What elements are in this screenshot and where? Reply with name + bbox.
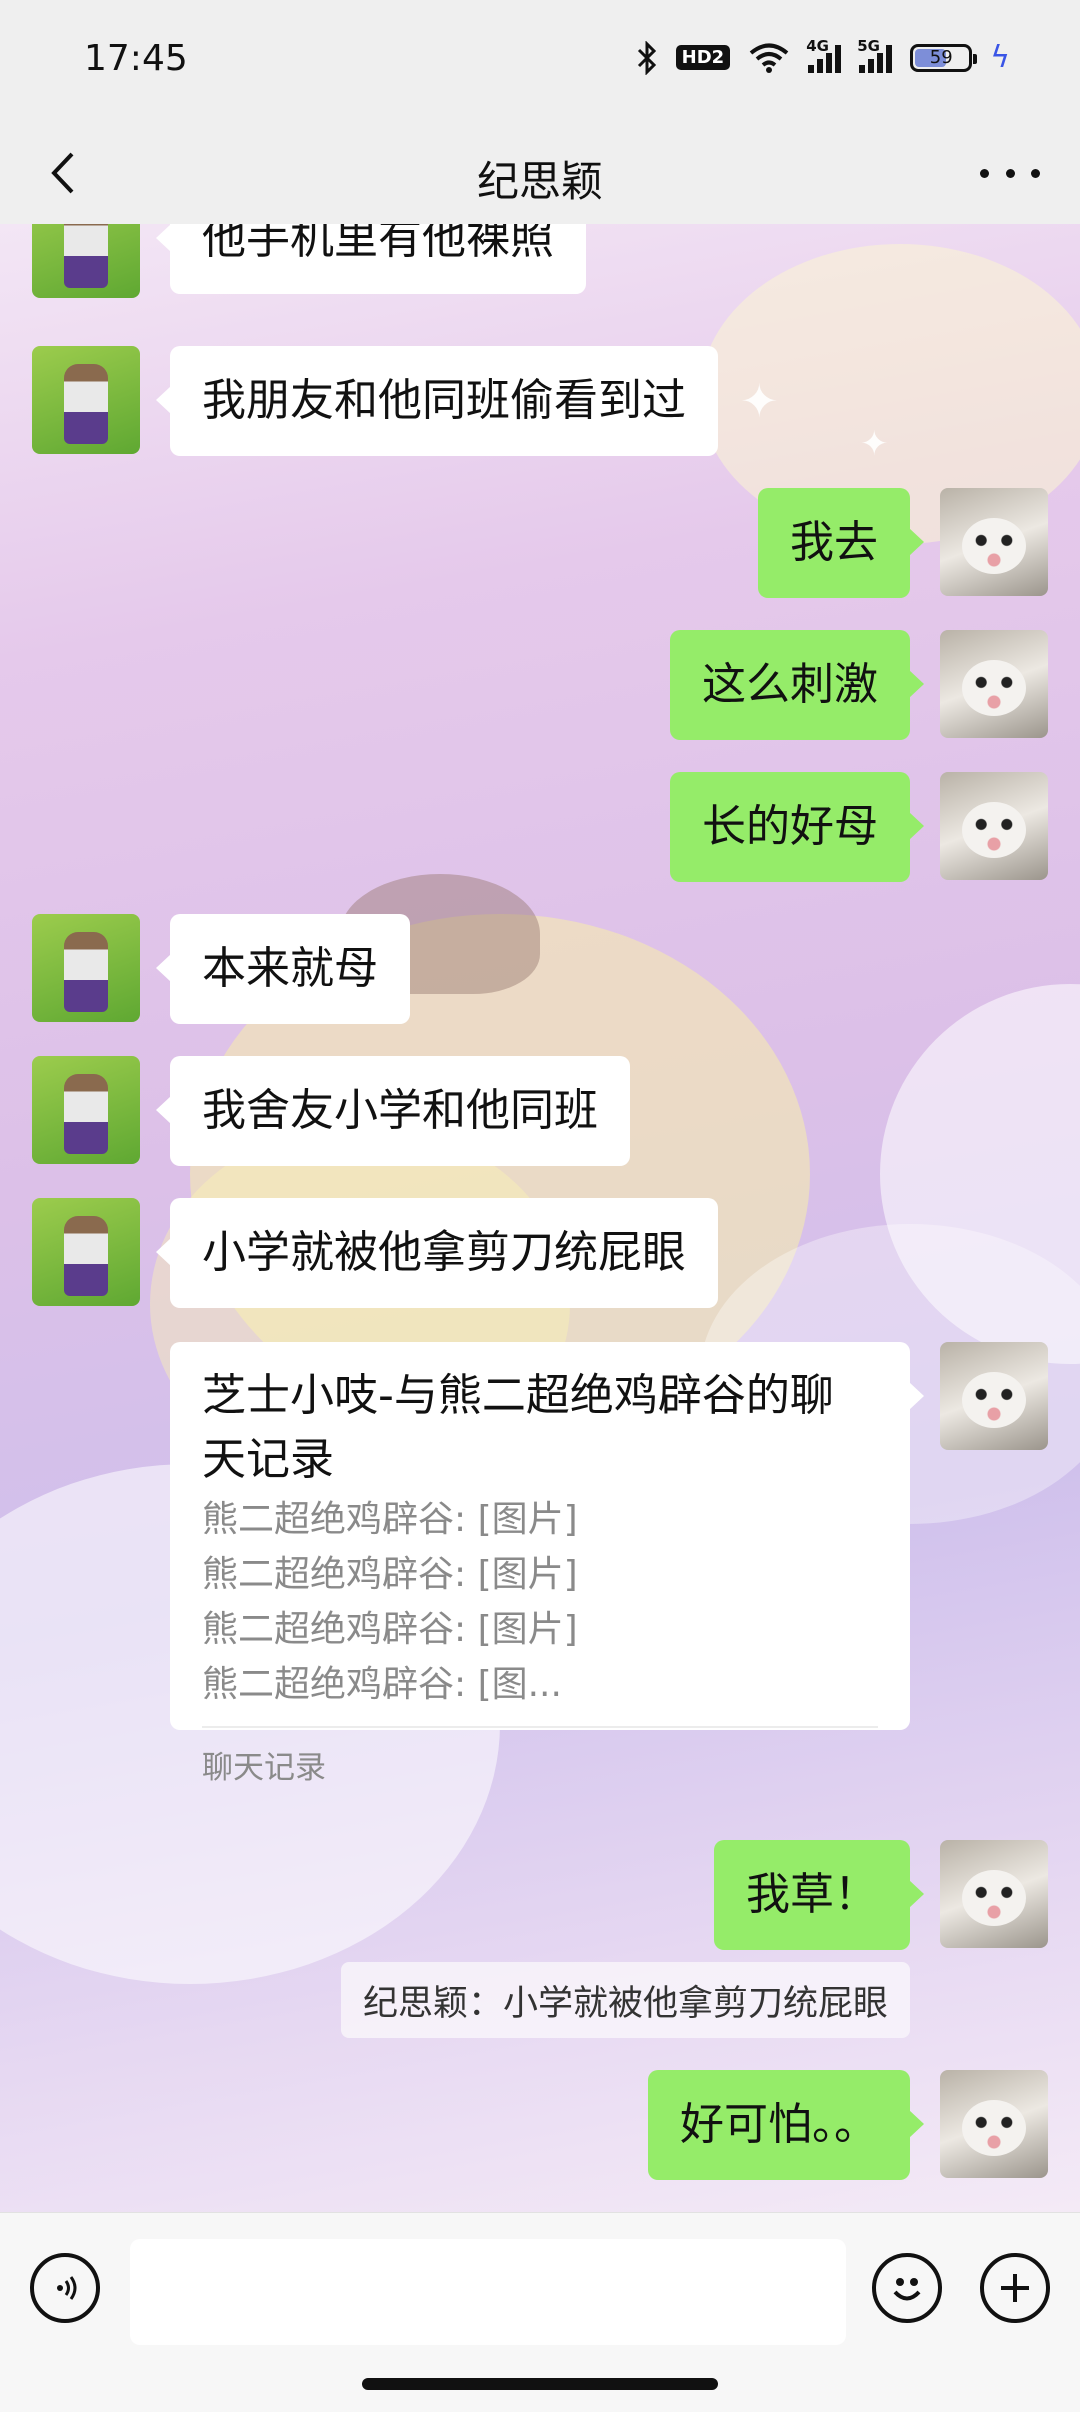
battery-icon: 59 (910, 43, 978, 72)
my-avatar[interactable] (940, 630, 1048, 738)
battery-level: 59 (929, 47, 953, 68)
chat-record-line: 熊二超绝鸡辟谷: [图片] (202, 1609, 578, 1650)
chat-record-footer: 聊天记录 (202, 1750, 326, 1786)
message-bubble-outgoing[interactable]: 好可怕。。 (648, 2070, 924, 2180)
my-avatar[interactable] (940, 772, 1048, 880)
friend-avatar[interactable] (32, 346, 140, 454)
charging-icon: ϟ (990, 40, 1010, 75)
my-avatar[interactable] (940, 488, 1048, 596)
quoted-message[interactable]: 纪思颖：小学就被他拿剪刀统屁眼 (340, 1962, 910, 2038)
message-list[interactable]: 他手机里有他裸照 我朋友和他同班偷看到过 我去 这么刺激 长的好母 本来就母 我… (0, 224, 1080, 2212)
message-bubble-outgoing[interactable]: 我草！ (714, 1840, 924, 1950)
hd-voice-badge: HD2 (675, 45, 731, 70)
message-bubble-incoming[interactable]: 我舍友小学和他同班 (156, 1056, 630, 1166)
divider (202, 1726, 878, 1728)
my-avatar[interactable] (940, 1840, 1048, 1948)
chat-header: 纪思颖 (0, 124, 1080, 224)
chat-record-title: 芝士小吱-与熊二超绝鸡辟谷的聊天记录 (202, 1370, 834, 1485)
more-dots-icon[interactable] (980, 148, 1040, 198)
voice-icon[interactable] (30, 2253, 100, 2323)
message-bubble-incoming[interactable]: 他手机里有他裸照 (156, 224, 586, 294)
friend-avatar[interactable] (32, 1056, 140, 1164)
chat-title: 纪思颖 (476, 157, 603, 206)
wifi-icon (749, 43, 789, 73)
my-avatar[interactable] (940, 2070, 1048, 2178)
my-avatar[interactable] (940, 1342, 1048, 1450)
message-bubble-incoming[interactable]: 我朋友和他同班偷看到过 (156, 346, 718, 456)
plus-icon[interactable] (980, 2253, 1050, 2323)
chat-record-line: 熊二超绝鸡辟谷: [图... (202, 1664, 562, 1705)
friend-avatar[interactable] (32, 914, 140, 1022)
message-input[interactable] (130, 2239, 846, 2345)
chat-record-card[interactable]: 芝士小吱-与熊二超绝鸡辟谷的聊天记录 熊二超绝鸡辟谷: [图片] 熊二超绝鸡辟谷… (170, 1342, 924, 1786)
status-time: 17:45 (84, 38, 188, 79)
message-bubble-incoming[interactable]: 本来就母 (156, 914, 410, 1024)
message-bubble-outgoing[interactable]: 我去 (758, 488, 924, 598)
friend-avatar[interactable] (32, 1198, 140, 1306)
chat-record-line: 熊二超绝鸡辟谷: [图片] (202, 1554, 578, 1595)
message-bubble-incoming[interactable]: 小学就被他拿剪刀统屁眼 (156, 1198, 718, 1308)
message-bubble-outgoing[interactable]: 长的好母 (670, 772, 924, 882)
emoji-icon[interactable] (872, 2253, 942, 2323)
signal-5g-icon: 5G (857, 37, 893, 73)
signal-4g-icon: 4G (806, 37, 842, 73)
chat-record-line: 熊二超绝鸡辟谷: [图片] (202, 1499, 578, 1540)
home-indicator[interactable] (362, 2378, 718, 2390)
status-bar: 17:45 HD2 4G 5G 59 ϟ (0, 0, 1080, 124)
friend-avatar[interactable] (32, 224, 140, 298)
message-bubble-outgoing[interactable]: 这么刺激 (670, 630, 924, 740)
bluetooth-icon (637, 40, 656, 75)
